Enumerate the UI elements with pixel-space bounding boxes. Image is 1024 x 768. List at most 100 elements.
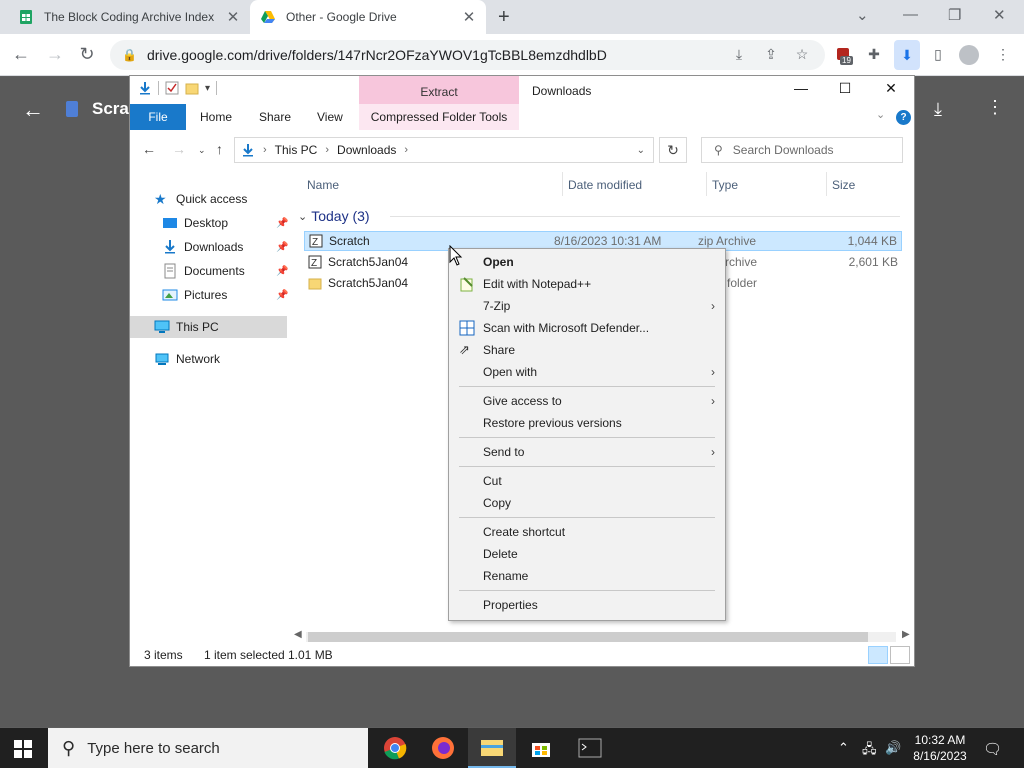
address-dropdown-icon[interactable]: ⌄ [637, 145, 645, 156]
tab-view[interactable]: View [317, 104, 343, 130]
up-folder-icon[interactable]: ↑ [216, 141, 223, 157]
pin-icon[interactable]: 📌 [276, 266, 288, 277]
drive-download-icon[interactable]: ⤓ [934, 99, 942, 120]
qat-dropdown-icon[interactable]: ▾ [205, 83, 210, 94]
column-divider[interactable] [826, 172, 827, 196]
drive-more-icon[interactable]: ⋮ [986, 97, 1004, 118]
properties-check-icon[interactable] [165, 81, 179, 95]
large-icons-view-icon[interactable] [890, 646, 910, 664]
scroll-right-icon[interactable]: ▶ [902, 629, 910, 640]
taskbar-terminal[interactable] [566, 728, 614, 768]
refresh-icon[interactable]: ↻ [659, 137, 687, 163]
nav-quick-access[interactable]: ★ Quick access [154, 188, 247, 210]
address-bar[interactable]: 🔒 drive.google.com/drive/folders/147rNcr… [110, 40, 825, 70]
forward-icon[interactable]: → [44, 44, 66, 65]
menu-item-rename[interactable]: Rename [449, 565, 725, 587]
network-tray-icon[interactable]: 🖧 [862, 740, 877, 762]
pin-icon[interactable]: 📌 [276, 218, 288, 229]
nav-this-pc[interactable]: This PC [130, 316, 287, 338]
minimize-icon[interactable]: — [903, 6, 918, 23]
share-icon[interactable]: ⇪ [762, 46, 780, 64]
tab-search-chevron-icon[interactable]: ⌄ [856, 6, 869, 24]
explorer-minimize-icon[interactable]: — [786, 80, 816, 96]
menu-item-delete[interactable]: Delete [449, 543, 725, 565]
taskbar-chrome[interactable] [371, 728, 419, 768]
explorer-maximize-icon[interactable]: ☐ [830, 80, 860, 97]
group-header-today[interactable]: ⌄ Today (3) [298, 208, 370, 224]
menu-item-properties[interactable]: Properties [449, 594, 725, 616]
scroll-thumb[interactable] [308, 632, 868, 642]
close-tab-icon[interactable]: ✕ [226, 8, 240, 26]
tab-file[interactable]: File [130, 104, 186, 130]
menu-item-cut[interactable]: Cut [449, 470, 725, 492]
menu-item-restore-versions[interactable]: Restore previous versions [449, 412, 725, 434]
horizontal-scrollbar[interactable]: ◀ ▶ [290, 629, 914, 645]
puzzle-extensions-icon[interactable]: ✚ [865, 46, 883, 64]
profile-avatar[interactable] [959, 45, 979, 65]
restore-icon[interactable]: ❐ [948, 6, 961, 24]
windows-start-icon[interactable] [14, 740, 32, 758]
details-view-icon[interactable] [868, 646, 888, 664]
explorer-back-icon[interactable]: ← [142, 141, 156, 157]
menu-item-give-access[interactable]: Give access to › [449, 390, 725, 412]
install-icon[interactable]: ⤓ [730, 46, 748, 64]
breadcrumb-this-pc[interactable]: This PC [275, 143, 318, 157]
close-tab-icon[interactable]: ✕ [462, 8, 476, 26]
chrome-menu-icon[interactable]: ⋮ [994, 46, 1012, 64]
menu-item-create-shortcut[interactable]: Create shortcut [449, 521, 725, 543]
tab-share[interactable]: Share [259, 104, 291, 130]
back-icon[interactable]: ← [10, 44, 32, 65]
column-header-size[interactable]: Size [832, 178, 855, 192]
scroll-left-icon[interactable]: ◀ [294, 629, 302, 640]
help-icon[interactable]: ? [896, 110, 911, 125]
pin-icon[interactable]: 📌 [276, 242, 288, 253]
column-header-name[interactable]: Name [307, 178, 339, 192]
menu-item-edit-notepad[interactable]: Edit with Notepad++ [449, 273, 725, 295]
nav-documents[interactable]: Documents 📌 [162, 260, 288, 282]
menu-item-defender-scan[interactable]: Scan with Microsoft Defender... [449, 317, 725, 339]
explorer-forward-icon[interactable]: → [172, 141, 186, 157]
breadcrumb-chevron-icon[interactable]: › [325, 144, 329, 156]
taskbar-search-box[interactable]: ⚲ Type here to search [48, 728, 368, 768]
taskbar-firefox[interactable] [419, 728, 467, 768]
menu-item-share[interactable]: ⇗ Share [449, 339, 725, 361]
breadcrumb-chevron-icon[interactable]: › [263, 144, 267, 156]
reload-icon[interactable]: ↻ [76, 44, 98, 65]
nav-downloads[interactable]: Downloads 📌 [162, 236, 288, 258]
bookmark-star-icon[interactable]: ☆ [793, 46, 811, 64]
side-panel-icon[interactable]: ▯ [929, 46, 947, 64]
menu-item-7zip[interactable]: 7-Zip › [449, 295, 725, 317]
search-downloads-input[interactable]: ⚲ Search Downloads [701, 137, 903, 163]
nav-network[interactable]: Network [154, 348, 220, 370]
ribbon-expand-icon[interactable]: ⌄ [876, 108, 885, 121]
taskbar-clock[interactable]: 10:32 AM 8/16/2023 [905, 732, 975, 764]
column-divider[interactable] [562, 172, 563, 196]
tab-compressed-folder-tools[interactable]: Compressed Folder Tools [359, 104, 519, 130]
nav-pictures[interactable]: Pictures 📌 [162, 284, 288, 306]
collapse-chevron-icon[interactable]: ⌄ [298, 210, 307, 223]
show-hidden-icons-icon[interactable]: ⌃ [838, 740, 849, 756]
tab-home[interactable]: Home [200, 104, 232, 130]
column-divider[interactable] [706, 172, 707, 196]
explorer-address-bar[interactable]: › This PC › Downloads › ⌄ [234, 137, 654, 163]
recent-locations-icon[interactable]: ⌄ [198, 145, 206, 156]
menu-item-send-to[interactable]: Send to › [449, 441, 725, 463]
menu-item-open[interactable]: Open [449, 251, 725, 273]
breadcrumb-downloads[interactable]: Downloads [337, 143, 396, 157]
extract-contextual-tab[interactable]: Extract [359, 76, 519, 104]
new-tab-button[interactable]: + [498, 6, 510, 29]
column-header-type[interactable]: Type [712, 178, 738, 192]
menu-item-copy[interactable]: Copy [449, 492, 725, 514]
nav-desktop[interactable]: Desktop 📌 [162, 212, 288, 234]
drive-back-icon[interactable]: ← [22, 97, 44, 123]
column-header-date[interactable]: Date modified [568, 178, 642, 192]
tab-block-coding-archive[interactable]: The Block Coding Archive Index ✕ [8, 0, 250, 34]
menu-item-open-with[interactable]: Open with › [449, 361, 725, 383]
downloads-icon[interactable]: ⬇ [894, 40, 920, 70]
tab-google-drive[interactable]: Other - Google Drive ✕ [250, 0, 486, 34]
new-folder-icon[interactable] [185, 81, 199, 95]
breadcrumb-chevron-icon[interactable]: › [404, 144, 408, 156]
pin-icon[interactable]: 📌 [276, 290, 288, 301]
explorer-close-icon[interactable]: ✕ [876, 80, 906, 97]
volume-icon[interactable]: 🔊 [885, 740, 901, 756]
